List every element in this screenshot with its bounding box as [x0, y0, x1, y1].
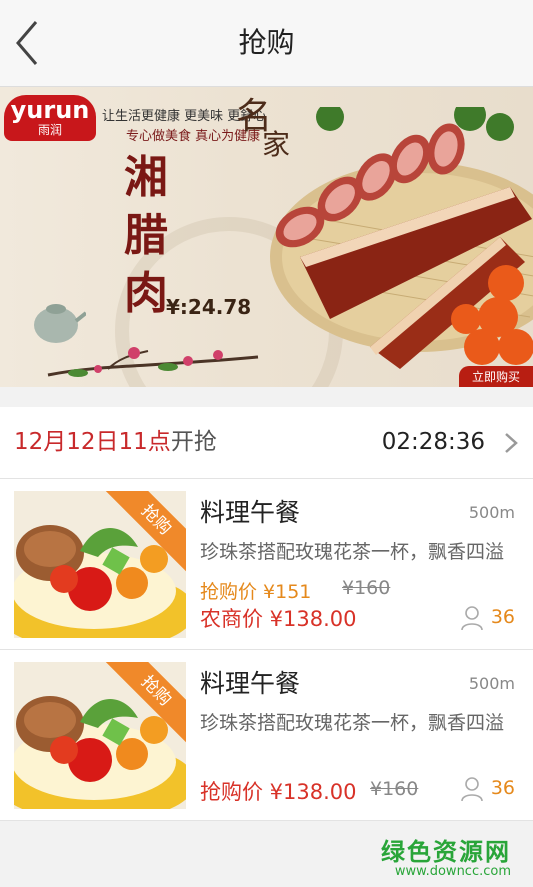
logo-text-en: yurun [10, 96, 90, 124]
flash-sale-price: 抢购价 ¥138.00 [200, 780, 357, 804]
page-title: 抢购 [238, 26, 295, 59]
countdown-timer: 02:28:36 [381, 429, 485, 455]
person-icon [461, 606, 483, 631]
yurun-logo: yurun 雨润 [4, 95, 96, 141]
product-description: 珍珠茶搭配玫瑰花茶一杯，飘香四溢 [200, 712, 505, 734]
flash-sale-price: 抢购价 ¥151 [200, 581, 312, 603]
product-name: 料理午餐 [200, 669, 301, 698]
product-distance: 500m [468, 674, 515, 693]
flash-sale-header[interactable]: 12月12日11点开抢 02:28:36 [0, 407, 533, 479]
product-card[interactable]: 抢购 料理午餐 500m 珍珠茶搭配玫瑰花茶一杯，飘香四溢 抢购价 ¥151 ¥… [0, 479, 533, 650]
buy-now-button[interactable]: 立即购买 [459, 366, 533, 387]
sale-start-label: 开抢 [170, 429, 217, 455]
buyer-count: 36 [490, 777, 515, 799]
product-distance: 500m [468, 503, 515, 522]
product-thumbnail[interactable]: 抢购 [14, 662, 186, 809]
original-price: ¥160 [342, 577, 391, 599]
person-icon [461, 777, 483, 802]
original-price: ¥160 [370, 778, 419, 800]
product-card[interactable]: 抢购 料理午餐 500m 珍珠茶搭配玫瑰花茶一杯，飘香四溢 抢购价 ¥138.0… [0, 650, 533, 821]
promo-banner[interactable]: yurun 雨润 让生活更健康 更美味 更舒心 专心做美食 真心为健康 名 家 … [0, 87, 533, 387]
product-description: 珍珠茶搭配玫瑰花茶一杯，飘香四溢 [200, 541, 505, 563]
navigation-bar: 抢购 [0, 0, 533, 87]
logo-text-zh: 雨润 [37, 123, 62, 137]
cured-meat-image [270, 107, 533, 369]
product-thumbnail[interactable]: 抢购 [14, 491, 186, 638]
banner-brand-char-2: 家 [262, 128, 291, 161]
banner-price: ¥:24.78 [166, 295, 252, 319]
sale-date-time: 12月12日11点 [14, 429, 171, 455]
teapot-decoration [34, 304, 86, 343]
chevron-right-icon[interactable] [503, 431, 519, 455]
watermark-text: 绿色资源网 [381, 838, 511, 866]
product-name: 料理午餐 [200, 498, 301, 527]
sale-start-time: 12月12日11点开抢 [14, 407, 217, 477]
buyer-count: 36 [490, 606, 515, 628]
watermark-url: www.downcc.com [394, 864, 511, 879]
member-price: 农商价 ¥138.00 [200, 607, 357, 631]
